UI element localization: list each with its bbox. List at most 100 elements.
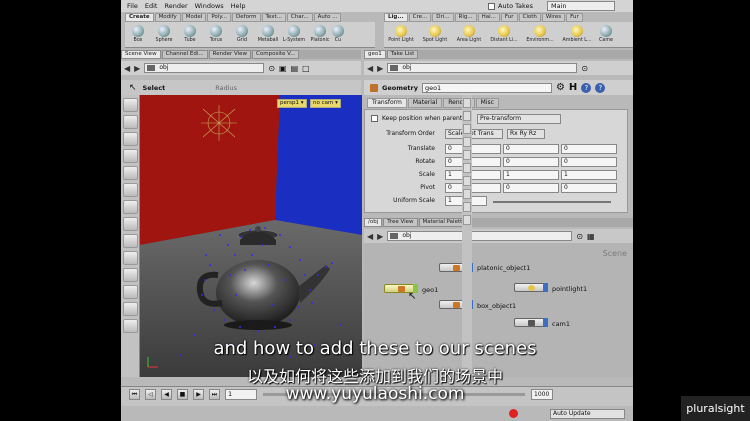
tab-misc[interactable]: Misc [475, 98, 499, 108]
tool-box[interactable]: Box [125, 22, 151, 47]
menu-help[interactable]: Help [231, 2, 246, 10]
pivot-x-field[interactable]: 0 [445, 183, 501, 193]
record-icon[interactable] [509, 409, 518, 418]
help-icon[interactable]: H [569, 82, 577, 93]
tool-metaball[interactable]: Metaball [255, 22, 281, 47]
shelf-tab-cloth[interactable]: Cloth [518, 13, 541, 22]
keep-position-mode-select[interactable]: Pre-transform [477, 114, 561, 124]
brush-tool-icon[interactable] [123, 132, 138, 146]
gear-icon[interactable]: ⚙ [556, 82, 565, 93]
wireframe-icon[interactable] [463, 124, 471, 134]
back-arrow-icon[interactable]: ◀ [124, 64, 130, 73]
tool-torus[interactable]: Torus [203, 22, 229, 47]
shelf-tab-hai[interactable]: Hai... [477, 13, 500, 22]
menu-windows[interactable]: Windows [195, 2, 224, 10]
pin-icon[interactable]: ⊙ [268, 64, 275, 73]
scale-y-field[interactable]: 1 [503, 170, 559, 180]
tool-environment-light[interactable]: Environm... [522, 22, 558, 47]
tool-ambient-light[interactable]: Ambient L... [558, 22, 596, 47]
tool-curve[interactable]: Cu [332, 22, 344, 47]
forward-arrow-icon[interactable]: ▶ [377, 64, 383, 73]
display-flag[interactable] [543, 318, 548, 327]
tab-material[interactable]: Material [407, 98, 443, 108]
display-icon[interactable]: ▤ [291, 64, 299, 73]
shelf-tab-wires[interactable]: Wires [541, 13, 566, 22]
light-display-icon[interactable] [463, 189, 471, 199]
tool-tube[interactable]: Tube [177, 22, 203, 47]
tab-take-list[interactable]: Take List [386, 50, 419, 59]
tab-obj[interactable]: /obj [364, 218, 383, 227]
translate-x-field[interactable]: 0 [445, 144, 501, 154]
back-arrow-icon[interactable]: ◀ [367, 232, 373, 241]
tool-camera[interactable]: Came [596, 22, 616, 47]
grid-display-icon[interactable] [463, 163, 471, 173]
tool-area-light[interactable]: Area Light [452, 22, 486, 47]
camera-select-menu[interactable]: no cam ▾ [310, 99, 341, 108]
shelf-tab-dri[interactable]: Dri... [432, 13, 454, 22]
shelf-tab-cre[interactable]: Cre... [408, 13, 432, 22]
pivot-z-field[interactable]: 0 [561, 183, 617, 193]
ghost-icon[interactable] [463, 215, 471, 225]
pivot-y-field[interactable]: 0 [503, 183, 559, 193]
tool-distant-light[interactable]: Distant Li... [486, 22, 522, 47]
uniform-scale-slider[interactable] [493, 201, 611, 203]
camera-menu[interactable]: persp1 ▾ [277, 99, 307, 108]
scale-x-field[interactable]: 1 [445, 170, 501, 180]
shelf-tab-text[interactable]: Text... [261, 13, 286, 22]
info-icon[interactable]: ? [581, 82, 592, 93]
node-cam1[interactable] [514, 318, 548, 327]
rotate-order-select[interactable]: Rx Ry Rz [507, 129, 545, 139]
tool-platonic[interactable]: Platonic [307, 22, 333, 47]
shelf-tab-create[interactable]: Create [125, 13, 154, 22]
lock-icon[interactable] [463, 98, 471, 108]
node-pointlight1[interactable] [514, 283, 548, 292]
shelf-tab-modify[interactable]: Modify [154, 13, 181, 22]
auto-takes-checkbox[interactable] [488, 2, 495, 10]
scale-z-field[interactable]: 1 [561, 170, 617, 180]
shelf-tab-deform[interactable]: Deform [232, 13, 261, 22]
sculpt-icon[interactable] [123, 285, 138, 299]
right-path-field[interactable]: obj [387, 63, 578, 73]
render-tool-icon[interactable] [123, 319, 138, 333]
tool-point-light[interactable]: Point Light [384, 22, 418, 47]
pose-icon[interactable] [123, 251, 138, 265]
tool-sphere[interactable]: Sphere [151, 22, 177, 47]
tab-channel-editor[interactable]: Channel Edi... [161, 50, 208, 59]
pin-icon[interactable]: ⊙ [576, 232, 583, 241]
rotate-z-field[interactable]: 0 [561, 157, 617, 167]
snapshot-icon[interactable]: □ [302, 64, 310, 73]
update-mode-select[interactable]: Auto Update [550, 409, 625, 419]
arrow-cursor-icon[interactable]: ↖ [129, 83, 137, 93]
keep-position-checkbox[interactable] [371, 115, 378, 122]
tab-tree-view[interactable]: Tree View [383, 218, 418, 227]
shelf-tab-rig[interactable]: Rig... [454, 13, 477, 22]
network-path-field[interactable]: obj [387, 231, 573, 241]
left-path-field[interactable]: obj [144, 63, 265, 73]
normals-icon[interactable] [463, 150, 471, 160]
select-arrow-icon[interactable] [123, 166, 138, 180]
transform-tool-icon[interactable] [123, 183, 138, 197]
menu-render[interactable]: Render [164, 2, 187, 10]
back-arrow-icon[interactable]: ◀ [367, 64, 373, 73]
tab-render-view[interactable]: Render View [208, 50, 252, 59]
scene-viewport[interactable] [140, 95, 362, 377]
magnet-icon[interactable] [123, 268, 138, 282]
shelf-tab-auto[interactable]: Auto ... [313, 13, 342, 22]
pose-tool-icon[interactable] [123, 149, 138, 163]
rotate-x-field[interactable]: 0 [445, 157, 501, 167]
grid-icon[interactable]: ▦ [587, 232, 595, 241]
tool-lsystem[interactable]: L-System [281, 22, 307, 47]
rotate-tool-icon[interactable] [123, 200, 138, 214]
handle-tool-icon[interactable] [123, 234, 138, 248]
tab-transform[interactable]: Transform [367, 98, 407, 108]
tool-spot-light[interactable]: Spot Light [418, 22, 452, 47]
tool-grid[interactable]: Grid [229, 22, 255, 47]
shelf-tab-char[interactable]: Char... [286, 13, 313, 22]
view-tool-icon[interactable] [123, 302, 138, 316]
menu-edit[interactable]: Edit [145, 2, 158, 10]
tab-scene-view[interactable]: Scene View [121, 50, 161, 59]
node-name-field[interactable]: geo1 [421, 82, 552, 93]
display-flag[interactable] [543, 283, 548, 292]
menu-file[interactable]: File [127, 2, 138, 10]
forward-arrow-icon[interactable]: ▶ [377, 232, 383, 241]
